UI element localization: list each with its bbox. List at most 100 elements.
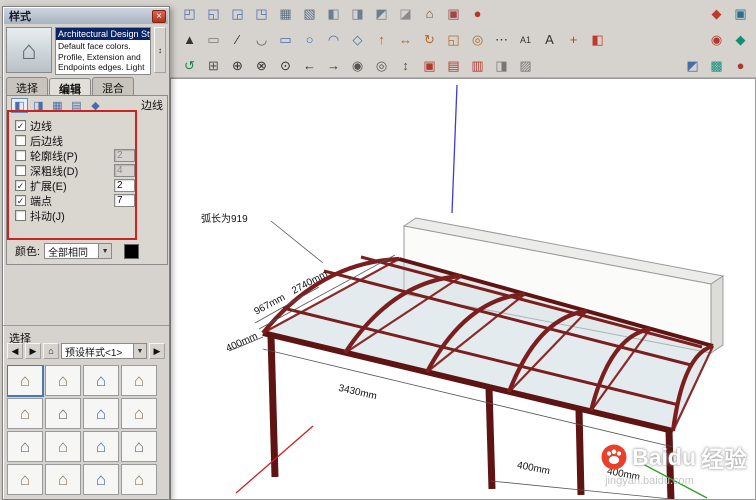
checkbox[interactable] bbox=[15, 165, 26, 176]
tape-measure-icon[interactable]: ⋯ bbox=[490, 28, 513, 50]
style-thumbnail[interactable]: ⌂ bbox=[83, 464, 119, 495]
style-thumbnail[interactable]: ⌂ bbox=[7, 464, 43, 495]
checkbox[interactable] bbox=[15, 210, 26, 221]
background-settings-icon[interactable]: ▦ bbox=[49, 98, 66, 113]
section-plane-icon[interactable]: ▣ bbox=[442, 2, 465, 24]
checkbox[interactable]: ✓ bbox=[15, 195, 26, 206]
in-model-icon[interactable]: ⌂ bbox=[43, 343, 59, 359]
wireframe-mode-icon[interactable]: ▧ bbox=[298, 2, 321, 24]
dialog-titlebar[interactable]: 样式 × bbox=[4, 8, 168, 24]
modeling-settings-icon[interactable]: ◆ bbox=[87, 98, 104, 113]
purge-icon[interactable]: ● bbox=[729, 54, 752, 76]
style-thumbnail[interactable]: ⌂ bbox=[83, 365, 119, 396]
style-thumbnail[interactable]: ⌂ bbox=[45, 464, 81, 495]
value-input[interactable]: 4 bbox=[114, 164, 135, 177]
style-thumbnail[interactable]: ⌂ bbox=[7, 431, 43, 462]
forward-icon[interactable]: ▶ bbox=[25, 343, 41, 359]
edge-color-swatch[interactable] bbox=[124, 243, 140, 259]
style-collection-dropdown[interactable]: 预设样式<1> ▼ bbox=[61, 343, 147, 359]
style-thumbnail[interactable]: ⌂ bbox=[45, 431, 81, 462]
arc-tool-icon[interactable]: ◠ bbox=[322, 28, 345, 50]
style-thumbnail[interactable]: ⌂ bbox=[121, 365, 157, 396]
eraser-tool-icon[interactable]: ▭ bbox=[202, 28, 225, 50]
checkbox[interactable]: ✓ bbox=[15, 180, 26, 191]
shadows-toggle-icon[interactable]: ◨ bbox=[490, 54, 513, 76]
paint-bucket-icon[interactable]: ◧ bbox=[586, 28, 609, 50]
rotate-tool-icon[interactable]: ↻ bbox=[418, 28, 441, 50]
style-thumbnail[interactable]: ⌂ bbox=[121, 431, 157, 462]
edge-option-row: ✓ 扩展(E) 2 bbox=[15, 178, 135, 193]
previous-view-icon[interactable]: ← bbox=[298, 54, 321, 76]
line-tool-icon[interactable]: ∕ bbox=[226, 28, 249, 50]
face-settings-icon[interactable]: ◨ bbox=[30, 98, 47, 113]
modeling-viewport[interactable]: 弧长为919 2740mm 967mm 400mm 3430mm 400mm 4… bbox=[170, 78, 756, 500]
shaded-textures-mode-icon[interactable]: ◩ bbox=[370, 2, 393, 24]
layer-manager-icon[interactable]: ◆ bbox=[705, 2, 728, 24]
style-thumbnail[interactable]: ⌂ bbox=[83, 398, 119, 429]
next-view-icon[interactable]: → bbox=[322, 54, 345, 76]
close-icon[interactable]: × bbox=[152, 9, 166, 23]
style-info-box[interactable]: Architectural Design Style Default face … bbox=[55, 27, 151, 75]
layers-toolbar-icon[interactable]: ▩ bbox=[705, 54, 728, 76]
value-input[interactable]: 2 bbox=[114, 179, 135, 192]
back-view-icon[interactable]: ▦ bbox=[274, 2, 297, 24]
house-component-icon[interactable]: ⌂ bbox=[418, 2, 441, 24]
style-thumbnail[interactable]: ⌂ bbox=[45, 365, 81, 396]
polygon-tool-icon[interactable]: ◇ bbox=[346, 28, 369, 50]
shaded-mode-icon[interactable]: ◨ bbox=[346, 2, 369, 24]
back-icon[interactable]: ◀ bbox=[7, 343, 23, 359]
monochrome-mode-icon[interactable]: ◪ bbox=[394, 2, 417, 24]
section-fill-icon[interactable]: ▤ bbox=[442, 54, 465, 76]
components-icon[interactable]: ◆ bbox=[729, 28, 752, 50]
top-view-icon[interactable]: ◱ bbox=[202, 2, 225, 24]
watermark-settings-icon[interactable]: ▤ bbox=[68, 98, 85, 113]
style-thumbnail-image: ⌂ bbox=[57, 436, 69, 456]
style-thumbnail[interactable]: ⌂ bbox=[83, 431, 119, 462]
look-around-icon[interactable]: ◎ bbox=[370, 54, 393, 76]
scale-tool-icon[interactable]: ◱ bbox=[442, 28, 465, 50]
style-thumbnail[interactable]: ⌂ bbox=[45, 398, 81, 429]
details-arrow-icon[interactable]: ▶ bbox=[149, 343, 165, 359]
pan-tool-icon[interactable]: ⊞ bbox=[202, 54, 225, 76]
checkbox[interactable] bbox=[15, 135, 26, 146]
style-thumbnail[interactable]: ⌂ bbox=[7, 365, 44, 397]
color-mode-dropdown[interactable]: 全部相同 ▼ bbox=[44, 243, 113, 259]
select-tool-icon[interactable]: ▲ bbox=[178, 28, 201, 50]
axes-tool-icon[interactable]: + bbox=[562, 28, 585, 50]
section-display-icon[interactable]: ▥ bbox=[466, 54, 489, 76]
instructor-icon[interactable]: ◉ bbox=[705, 28, 728, 50]
zoom-tool-icon[interactable]: ⊕ bbox=[226, 54, 249, 76]
checkbox[interactable] bbox=[15, 150, 26, 161]
dimension-tool-icon[interactable]: A1 bbox=[514, 28, 537, 50]
rectangle-tool-icon[interactable]: ▭ bbox=[274, 28, 297, 50]
style-thumbnail[interactable]: ⌂ bbox=[121, 464, 157, 495]
section-plane-tool-icon[interactable]: ▣ bbox=[418, 54, 441, 76]
style-thumbnail[interactable]: ⌂ bbox=[121, 398, 157, 429]
add-location-icon[interactable]: ● bbox=[466, 2, 489, 24]
pane-toggle-button[interactable]: ↕ bbox=[154, 27, 166, 73]
iso-view-icon[interactable]: ◰ bbox=[178, 2, 201, 24]
move-tool-icon[interactable]: ↔ bbox=[394, 28, 417, 50]
circle-tool-icon[interactable]: ○ bbox=[298, 28, 321, 50]
styles-toolbar-icon[interactable]: ◩ bbox=[681, 54, 704, 76]
right-view-icon[interactable]: ◳ bbox=[250, 2, 273, 24]
checkbox-label: 边线 bbox=[30, 120, 52, 133]
value-input[interactable]: 2 bbox=[114, 149, 135, 162]
push-pull-tool-icon[interactable]: ↑ bbox=[370, 28, 393, 50]
position-camera-icon[interactable]: ◉ bbox=[346, 54, 369, 76]
freehand-tool-icon[interactable]: ◡ bbox=[250, 28, 273, 50]
zoom-extents-icon[interactable]: ⊙ bbox=[274, 54, 297, 76]
front-view-icon[interactable]: ◲ bbox=[226, 2, 249, 24]
fog-toggle-icon[interactable]: ▨ bbox=[514, 54, 537, 76]
style-thumbnail[interactable]: ⌂ bbox=[7, 398, 43, 429]
offset-tool-icon[interactable]: ◎ bbox=[466, 28, 489, 50]
walk-tool-icon[interactable]: ↕ bbox=[394, 54, 417, 76]
edge-settings-icon[interactable]: ◧ bbox=[11, 97, 28, 113]
value-input[interactable]: 7 bbox=[114, 194, 135, 207]
model-info-icon[interactable]: ▣ bbox=[729, 2, 752, 24]
hidden-line-mode-icon[interactable]: ◧ bbox=[322, 2, 345, 24]
orbit-tool-icon[interactable]: ↺ bbox=[178, 54, 201, 76]
zoom-window-icon[interactable]: ⊗ bbox=[250, 54, 273, 76]
checkbox[interactable]: ✓ bbox=[15, 120, 26, 131]
text-tool-icon[interactable]: A bbox=[538, 28, 561, 50]
